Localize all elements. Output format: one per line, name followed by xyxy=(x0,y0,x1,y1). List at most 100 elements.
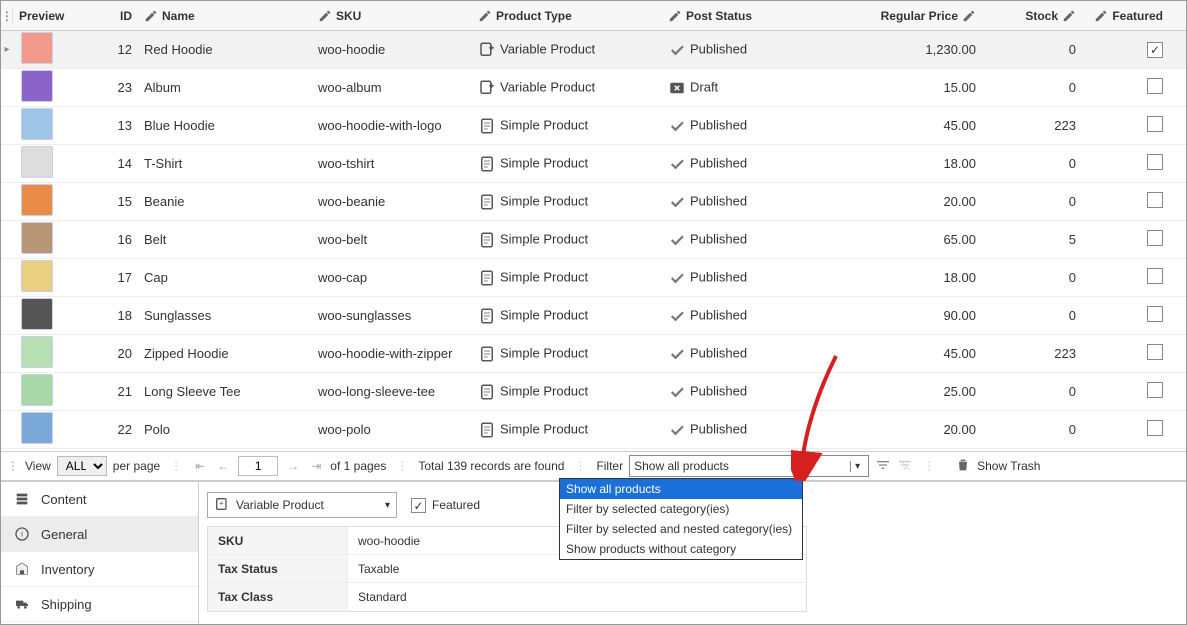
product-thumbnail[interactable] xyxy=(21,374,53,406)
filter-clear-icon[interactable] xyxy=(897,457,913,476)
cell-name[interactable]: Long Sleeve Tee xyxy=(138,384,318,399)
col-featured-header[interactable]: Featured xyxy=(1088,9,1173,23)
col-type-header[interactable]: Product Type xyxy=(478,9,668,23)
cell-name[interactable]: Polo xyxy=(138,422,318,437)
cell-status[interactable]: Published xyxy=(668,193,848,211)
product-thumbnail[interactable] xyxy=(21,70,53,102)
cell-stock[interactable]: 223 xyxy=(988,346,1088,361)
per-page-select[interactable]: ALL xyxy=(57,456,107,476)
cell-stock[interactable]: 0 xyxy=(988,422,1088,437)
cell-name[interactable]: Beanie xyxy=(138,194,318,209)
cell-type[interactable]: Simple Product xyxy=(478,307,668,325)
table-row[interactable]: 20Zipped Hoodiewoo-hoodie-with-zipperSim… xyxy=(1,335,1186,373)
cell-type[interactable]: Simple Product xyxy=(478,231,668,249)
product-type-select[interactable]: + Variable Product ▾ xyxy=(207,492,397,518)
cell-sku[interactable]: woo-hoodie-with-zipper xyxy=(318,346,478,361)
cell-price[interactable]: 45.00 xyxy=(848,118,988,133)
cell-status[interactable]: Draft xyxy=(668,79,848,97)
cell-type[interactable]: Simple Product xyxy=(478,383,668,401)
cell-price[interactable]: 45.00 xyxy=(848,346,988,361)
cell-sku[interactable]: woo-belt xyxy=(318,232,478,247)
detail-sku-value[interactable]: woo-hoodie xyxy=(348,534,420,548)
cell-status[interactable]: Published xyxy=(668,117,848,135)
page-input[interactable] xyxy=(238,456,278,476)
cell-featured[interactable] xyxy=(1088,420,1173,439)
table-row[interactable]: 13Blue Hoodiewoo-hoodie-with-logoSimple … xyxy=(1,107,1186,145)
filter-option[interactable]: Show products without category xyxy=(560,539,802,559)
table-row[interactable]: 15Beaniewoo-beanieSimple ProductPublishe… xyxy=(1,183,1186,221)
detail-tax-status-value[interactable]: Taxable xyxy=(348,562,399,576)
cell-featured[interactable] xyxy=(1088,344,1173,363)
col-stock-header[interactable]: Stock xyxy=(988,9,1088,23)
cell-status[interactable]: Published xyxy=(668,41,848,59)
cell-type[interactable]: Simple Product xyxy=(478,345,668,363)
cell-status[interactable]: Published xyxy=(668,307,848,325)
cell-price[interactable]: 1,230.00 xyxy=(848,42,988,57)
cell-featured[interactable]: ✓ xyxy=(1088,42,1173,58)
cell-stock[interactable]: 0 xyxy=(988,80,1088,95)
cell-price[interactable]: 65.00 xyxy=(848,232,988,247)
product-thumbnail[interactable] xyxy=(21,222,53,254)
cell-featured[interactable] xyxy=(1088,382,1173,401)
col-name-header[interactable]: Name xyxy=(138,9,318,23)
cell-price[interactable]: 25.00 xyxy=(848,384,988,399)
cell-name[interactable]: Belt xyxy=(138,232,318,247)
cell-type[interactable]: Simple Product xyxy=(478,193,668,211)
next-page-button[interactable]: → xyxy=(284,459,302,473)
cell-price[interactable]: 15.00 xyxy=(848,80,988,95)
cell-price[interactable]: 90.00 xyxy=(848,308,988,323)
col-price-header[interactable]: Regular Price xyxy=(848,9,988,23)
cell-price[interactable]: 20.00 xyxy=(848,422,988,437)
cell-stock[interactable]: 5 xyxy=(988,232,1088,247)
cell-featured[interactable] xyxy=(1088,306,1173,325)
cell-sku[interactable]: woo-hoodie xyxy=(318,42,478,57)
cell-featured[interactable] xyxy=(1088,154,1173,173)
tab-inventory[interactable]: Inventory xyxy=(1,552,198,587)
cell-name[interactable]: Zipped Hoodie xyxy=(138,346,318,361)
filter-option[interactable]: Filter by selected and nested category(i… xyxy=(560,519,802,539)
featured-checkbox[interactable]: ✓ Featured xyxy=(411,498,480,513)
cell-sku[interactable]: woo-album xyxy=(318,80,478,95)
detail-tax-class-value[interactable]: Standard xyxy=(348,590,407,604)
table-row[interactable]: 22Polowoo-poloSimple ProductPublished20.… xyxy=(1,411,1186,449)
prev-page-button[interactable]: ← xyxy=(214,459,232,473)
cell-name[interactable]: Cap xyxy=(138,270,318,285)
cell-sku[interactable]: woo-tshirt xyxy=(318,156,478,171)
cell-price[interactable]: 18.00 xyxy=(848,270,988,285)
product-thumbnail[interactable] xyxy=(21,336,53,368)
tab-content[interactable]: Content xyxy=(1,482,198,517)
tab-general[interactable]: i General xyxy=(1,517,198,552)
cell-price[interactable]: 20.00 xyxy=(848,194,988,209)
cell-sku[interactable]: woo-polo xyxy=(318,422,478,437)
cell-featured[interactable] xyxy=(1088,116,1173,135)
cell-name[interactable]: Album xyxy=(138,80,318,95)
cell-featured[interactable] xyxy=(1088,230,1173,249)
cell-stock[interactable]: 0 xyxy=(988,384,1088,399)
product-thumbnail[interactable] xyxy=(21,146,53,178)
table-row[interactable]: 17Capwoo-capSimple ProductPublished18.00… xyxy=(1,259,1186,297)
cell-status[interactable]: Published xyxy=(668,231,848,249)
col-sku-header[interactable]: SKU xyxy=(318,9,478,23)
cell-type[interactable]: Simple Product xyxy=(478,117,668,135)
show-trash-button[interactable]: Show Trash xyxy=(955,457,1040,476)
cell-stock[interactable]: 0 xyxy=(988,156,1088,171)
product-thumbnail[interactable] xyxy=(21,298,53,330)
cell-sku[interactable]: woo-cap xyxy=(318,270,478,285)
first-page-button[interactable]: ⇤ xyxy=(192,459,208,473)
cell-type[interactable]: Variable Product xyxy=(478,79,668,97)
cell-type[interactable]: Simple Product xyxy=(478,155,668,173)
table-row[interactable]: 14T-Shirtwoo-tshirtSimple ProductPublish… xyxy=(1,145,1186,183)
cell-status[interactable]: Published xyxy=(668,421,848,439)
cell-sku[interactable]: woo-beanie xyxy=(318,194,478,209)
col-status-header[interactable]: Post Status xyxy=(668,9,848,23)
cell-sku[interactable]: woo-long-sleeve-tee xyxy=(318,384,478,399)
cell-name[interactable]: T-Shirt xyxy=(138,156,318,171)
cell-stock[interactable]: 0 xyxy=(988,194,1088,209)
cell-price[interactable]: 18.00 xyxy=(848,156,988,171)
col-preview-header[interactable]: Preview xyxy=(13,9,78,23)
cell-type[interactable]: Simple Product xyxy=(478,421,668,439)
col-id-header[interactable]: ID xyxy=(78,9,138,23)
expand-icon[interactable]: ▸ xyxy=(1,44,13,55)
filter-select[interactable]: Show all products ▾ xyxy=(629,455,869,477)
cell-name[interactable]: Blue Hoodie xyxy=(138,118,318,133)
